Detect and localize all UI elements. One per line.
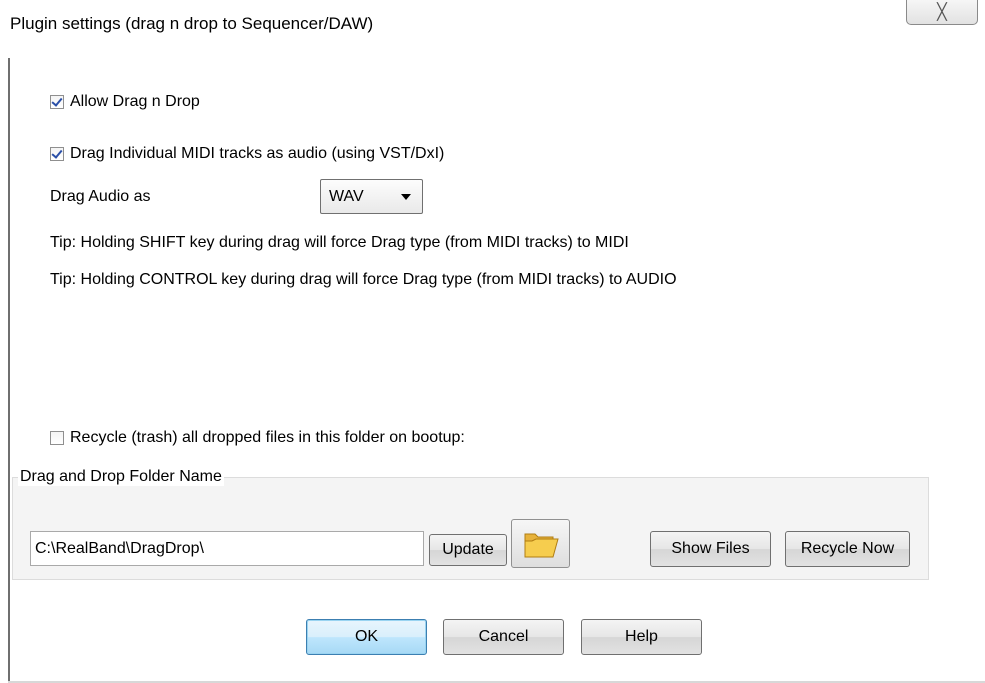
- title-bar: Plugin settings (drag n drop to Sequence…: [0, 0, 985, 58]
- cancel-button[interactable]: Cancel: [443, 619, 564, 655]
- drag-audio-as-label: Drag Audio as: [50, 188, 151, 205]
- drag-midi-audio-checkbox[interactable]: [50, 147, 64, 161]
- recycle-checkbox[interactable]: [50, 431, 64, 445]
- drag-audio-format-value: WAV: [329, 187, 364, 205]
- folder-group-title: Drag and Drop Folder Name: [18, 468, 224, 486]
- close-button[interactable]: ╳: [906, 0, 978, 25]
- chevron-down-icon: [401, 194, 411, 200]
- allow-drag-label: Allow Drag n Drop: [70, 93, 200, 110]
- browse-folder-button[interactable]: [511, 519, 570, 568]
- recycle-row[interactable]: Recycle (trash) all dropped files in thi…: [50, 429, 465, 447]
- folder-icon: [524, 533, 559, 557]
- help-button[interactable]: Help: [581, 619, 702, 655]
- window-title: Plugin settings (drag n drop to Sequence…: [10, 14, 374, 33]
- update-button[interactable]: Update: [429, 534, 507, 566]
- folder-path-input[interactable]: [30, 531, 424, 566]
- allow-drag-checkbox[interactable]: [50, 95, 64, 109]
- drag-audio-format-select[interactable]: WAV: [320, 179, 423, 214]
- tip-shift: Tip: Holding SHIFT key during drag will …: [50, 234, 629, 251]
- drag-midi-audio-row[interactable]: Drag Individual MIDI tracks as audio (us…: [50, 145, 444, 163]
- ok-button[interactable]: OK: [306, 619, 427, 655]
- recycle-label: Recycle (trash) all dropped files in thi…: [70, 429, 465, 446]
- tip-control: Tip: Holding CONTROL key during drag wil…: [50, 271, 677, 288]
- show-files-button[interactable]: Show Files: [650, 531, 771, 567]
- close-icon: ╳: [937, 4, 947, 21]
- drag-midi-audio-label: Drag Individual MIDI tracks as audio (us…: [70, 145, 445, 162]
- allow-drag-row[interactable]: Allow Drag n Drop: [50, 93, 200, 111]
- recycle-now-button[interactable]: Recycle Now: [785, 531, 910, 567]
